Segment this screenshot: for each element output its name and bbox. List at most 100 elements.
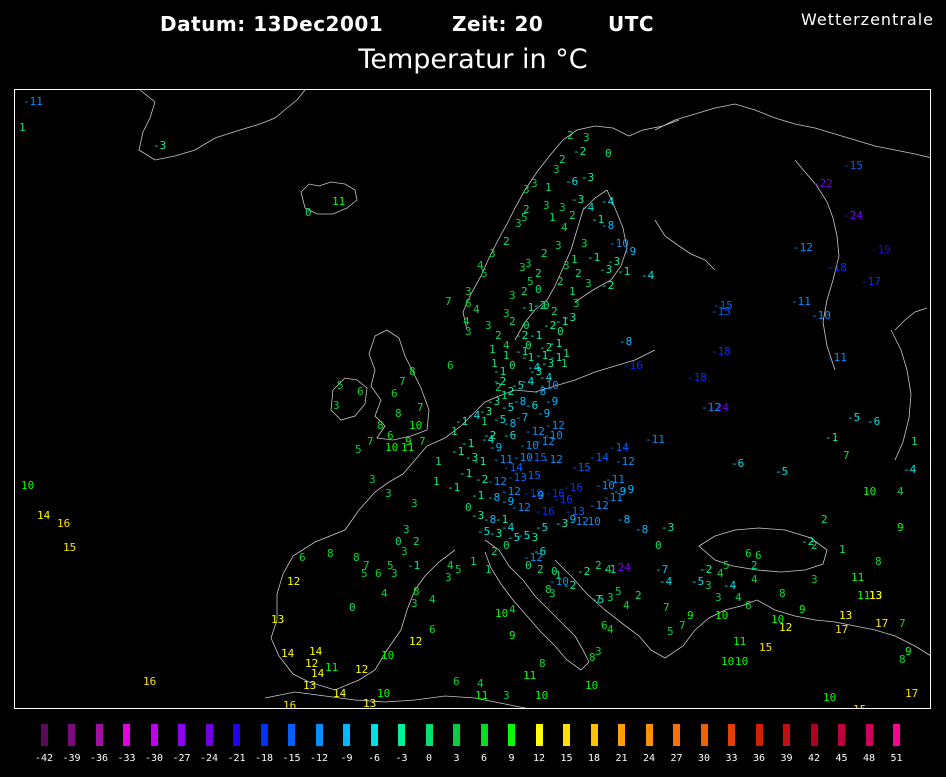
legend-label: -27	[172, 753, 191, 764]
station-value: 4	[897, 485, 904, 498]
station-value: 5	[355, 443, 362, 456]
station-value: -9	[537, 407, 551, 420]
station-value: 11	[475, 689, 489, 702]
station-value: 14	[309, 645, 323, 658]
station-value: -2	[577, 565, 591, 578]
station-value: -3	[487, 395, 501, 408]
station-value: -19	[871, 243, 891, 256]
station-value: 3	[465, 325, 472, 338]
coast-arctic-russia	[654, 103, 930, 158]
legend-item: 36	[745, 724, 773, 764]
station-value: 6	[447, 359, 454, 372]
station-value: 17	[905, 687, 919, 700]
legend-label: 36	[752, 753, 766, 764]
station-value: -6	[867, 415, 881, 428]
station-value: -3	[525, 531, 539, 544]
legend-item: 21	[608, 724, 636, 764]
legend-item: -3	[388, 724, 416, 764]
legend-swatch	[893, 724, 900, 746]
station-value: -12	[615, 455, 635, 468]
station-value: 10	[385, 441, 399, 454]
station-value: -8	[487, 491, 501, 504]
station-value: -1	[451, 445, 465, 458]
station-value: 7	[417, 401, 424, 414]
station-value: 7	[367, 435, 374, 448]
station-value: -1	[617, 265, 631, 278]
legend-item: -33	[113, 724, 141, 764]
station-value: 15	[63, 541, 77, 554]
station-value: -3	[581, 171, 595, 184]
station-value: -1	[591, 213, 605, 226]
station-value: -15	[711, 305, 731, 318]
station-value: 13	[303, 679, 317, 692]
station-value: 10	[735, 655, 749, 668]
station-value: 4	[429, 593, 436, 606]
legend-label: 0	[425, 753, 433, 764]
station-value: 5	[723, 559, 730, 572]
legend-item: -39	[58, 724, 86, 764]
station-value: 8	[539, 657, 546, 670]
station-value: 2	[567, 129, 574, 142]
station-value: 3	[411, 597, 418, 610]
date-label: Datum:	[160, 12, 246, 36]
station-value: 16	[283, 699, 297, 709]
station-value: 2	[575, 267, 582, 280]
station-value: -16	[535, 505, 555, 518]
station-value: 4	[561, 221, 568, 234]
station-value: -3	[563, 311, 577, 324]
station-value: 1	[571, 253, 578, 266]
legend-label: 48	[862, 753, 876, 764]
legend-item: 18	[580, 724, 608, 764]
station-value: 0	[509, 359, 516, 372]
station-value: -8	[513, 395, 527, 408]
station-value: 15	[853, 704, 866, 708]
station-value: 3	[485, 319, 492, 332]
station-value: 3	[489, 247, 496, 260]
station-value: -1	[471, 489, 485, 502]
station-value: 3	[391, 567, 398, 580]
station-value: -5	[691, 575, 705, 588]
legend-swatch	[68, 724, 75, 746]
legend-label: 51	[890, 753, 903, 764]
station-value: 1	[481, 415, 488, 428]
station-value: -10	[549, 575, 569, 588]
brand-label: Wetterzentrale	[800, 10, 934, 29]
station-value: 3	[445, 571, 452, 584]
station-value: 9	[509, 629, 516, 642]
legend-item: 30	[690, 724, 718, 764]
station-value: 4	[751, 573, 758, 586]
coast-north-africa	[264, 691, 528, 708]
legend-label: -24	[199, 753, 219, 764]
legend-label: 6	[480, 753, 488, 764]
station-value: 7	[399, 375, 406, 388]
station-value: 1	[470, 555, 477, 568]
station-value: 6	[745, 547, 752, 560]
legend-label: 45	[835, 753, 848, 764]
station-value: -7	[655, 563, 669, 576]
station-value: 11	[733, 635, 747, 648]
legend-label: -3	[395, 753, 408, 764]
station-value: 5	[615, 585, 622, 598]
station-value: -4	[601, 195, 615, 208]
station-value: 2	[537, 563, 544, 576]
station-value: -24	[611, 561, 631, 574]
station-value: -11	[827, 351, 847, 364]
station-value: -9	[545, 395, 559, 408]
station-value: -4	[581, 201, 595, 214]
station-value: -2	[483, 429, 497, 442]
station-value: 4	[623, 599, 630, 612]
station-value: 17	[875, 617, 889, 630]
station-value: 8	[875, 555, 882, 568]
map-frame[interactable]: -11 1 -3 0 11 10 14 16 15 16 14 13 12 14 12 14 13 14 13 16 1…	[14, 89, 931, 709]
station-value: -12	[793, 241, 813, 254]
station-value: 3	[581, 237, 588, 250]
header-time: Zeit: 20	[452, 12, 543, 36]
coast-white-sea	[654, 219, 716, 271]
legend-swatch	[480, 724, 488, 746]
legend-item: 0	[415, 724, 443, 764]
legend-swatch	[260, 724, 268, 746]
legend-swatch	[783, 724, 790, 746]
legend-swatch	[838, 724, 845, 746]
station-value: 8	[779, 587, 786, 600]
legend-item: -24	[195, 724, 223, 764]
